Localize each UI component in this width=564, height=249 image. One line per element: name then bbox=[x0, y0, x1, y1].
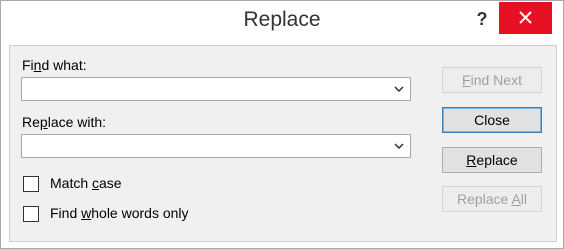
match-case-label: Match case bbox=[50, 175, 122, 191]
help-button[interactable]: ? bbox=[471, 5, 493, 33]
replace-button[interactable]: Replace bbox=[442, 147, 542, 173]
replace-with-label: Replace with: bbox=[22, 114, 107, 130]
whole-words-checkbox[interactable] bbox=[23, 206, 39, 222]
replace-with-combobox[interactable] bbox=[21, 134, 411, 158]
chevron-down-icon bbox=[394, 143, 404, 149]
replace-dropdown-button[interactable] bbox=[388, 135, 410, 157]
find-what-label: Find what: bbox=[22, 57, 87, 73]
close-button[interactable]: Close bbox=[442, 107, 542, 133]
find-next-button[interactable]: Find Next bbox=[442, 67, 542, 93]
close-icon bbox=[519, 11, 532, 24]
find-what-combobox[interactable] bbox=[21, 77, 411, 101]
chevron-down-icon bbox=[394, 86, 404, 92]
whole-words-label: Find whole words only bbox=[50, 205, 189, 221]
find-dropdown-button[interactable] bbox=[388, 78, 410, 100]
replace-dialog: Replace ? Find what: Replace with: Match… bbox=[0, 0, 564, 249]
close-window-button[interactable] bbox=[499, 2, 552, 34]
match-case-checkbox[interactable] bbox=[23, 176, 39, 192]
title-bar[interactable]: Replace ? bbox=[1, 1, 563, 38]
replace-all-button[interactable]: Replace All bbox=[442, 186, 542, 212]
dialog-body: Find what: Replace with: Match case Find… bbox=[9, 45, 557, 242]
